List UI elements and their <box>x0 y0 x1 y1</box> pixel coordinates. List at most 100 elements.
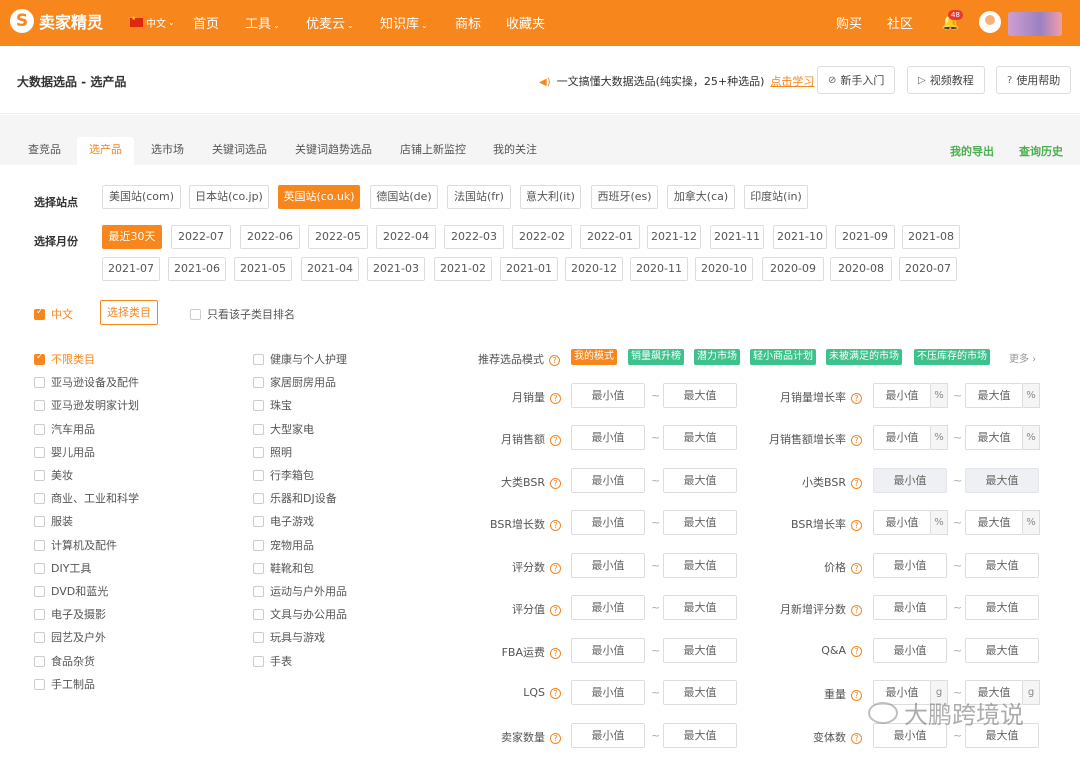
help-icon[interactable]: ? <box>550 393 561 404</box>
help-icon[interactable]: ? <box>851 478 862 489</box>
category-checkbox[interactable]: 宠物用品 <box>253 537 314 553</box>
category-checkbox[interactable]: 婴儿用品 <box>34 444 95 460</box>
nav-knowledge[interactable]: 知识库 ⌄ <box>380 13 428 32</box>
tab-store-monitor[interactable]: 店铺上新监控 <box>388 137 478 165</box>
month-option[interactable]: 2020-07 <box>899 257 957 281</box>
category-checkbox[interactable]: 美妆 <box>34 467 73 483</box>
month-option[interactable]: 2021-08 <box>902 225 960 249</box>
tab-competitor[interactable]: 查竞品 <box>16 137 73 165</box>
month-option[interactable]: 2021-12 <box>647 225 701 249</box>
month-option[interactable]: 2022-02 <box>512 225 572 249</box>
category-checkbox[interactable]: 亚马逊设备及配件 <box>34 374 139 390</box>
help-icon[interactable]: ? <box>851 646 862 657</box>
help-button[interactable]: ? 使用帮助 <box>996 66 1072 94</box>
nav-community[interactable]: 社区 <box>887 13 913 32</box>
help-icon[interactable]: ? <box>851 393 862 404</box>
max-value-input[interactable]: 最大值 <box>663 680 737 705</box>
category-checkbox[interactable]: 计算机及配件 <box>34 537 117 553</box>
site-option[interactable]: 印度站(in) <box>744 185 808 209</box>
month-option[interactable]: 2021-02 <box>434 257 492 281</box>
nav-trademark[interactable]: 商标 <box>455 13 481 32</box>
category-checkbox[interactable]: 亚马逊发明家计划 <box>34 397 139 413</box>
min-value-input[interactable]: 最小值 <box>571 595 645 620</box>
help-icon[interactable]: ? <box>550 733 561 744</box>
mode-tag-my[interactable]: 我的模式 <box>571 349 617 365</box>
mode-tag[interactable]: 轻小商品计划 <box>750 349 816 365</box>
category-checkbox[interactable]: 玩具与游戏 <box>253 629 325 645</box>
category-checkbox[interactable]: 运动与户外用品 <box>253 583 347 599</box>
tab-keyword[interactable]: 关键词选品 <box>200 137 279 165</box>
help-icon[interactable]: ? <box>550 478 561 489</box>
help-icon[interactable]: ? <box>550 605 561 616</box>
site-option-selected[interactable]: 英国站(co.uk) <box>278 185 360 209</box>
month-option[interactable]: 2020-11 <box>630 257 688 281</box>
max-value-input[interactable]: 最大值 <box>965 595 1039 620</box>
help-icon[interactable]: ? <box>851 435 862 446</box>
max-value-input[interactable]: 最大值 <box>663 425 737 450</box>
min-value-input[interactable]: 最小值 <box>571 553 645 578</box>
tab-market[interactable]: 选市场 <box>139 137 196 165</box>
category-checkbox[interactable]: 服装 <box>34 513 73 529</box>
month-option[interactable]: 2022-05 <box>308 225 368 249</box>
category-checkbox[interactable]: 乐器和DJ设备 <box>253 490 337 506</box>
help-icon[interactable]: ? <box>550 435 561 446</box>
help-icon[interactable]: ? <box>550 688 561 699</box>
more-modes-link[interactable]: 更多 › <box>1009 350 1036 365</box>
max-value-input[interactable]: 最大值 <box>663 553 737 578</box>
tab-my-follow[interactable]: 我的关注 <box>481 137 549 165</box>
month-option[interactable]: 2021-10 <box>773 225 827 249</box>
min-value-input[interactable]: 最小值 <box>571 638 645 663</box>
avatar[interactable] <box>979 11 1001 33</box>
month-option[interactable]: 2022-06 <box>240 225 300 249</box>
min-value-input[interactable]: 最小值 <box>571 383 645 408</box>
category-checkbox[interactable]: 食品杂货 <box>34 653 95 669</box>
max-value-input[interactable]: 最大值 <box>965 510 1023 535</box>
category-checkbox[interactable]: 商业、工业和科学 <box>34 490 139 506</box>
min-value-input[interactable]: 最小值 <box>873 638 947 663</box>
category-checkbox[interactable]: 珠宝 <box>253 397 292 413</box>
min-value-input[interactable]: 最小值 <box>873 595 947 620</box>
help-icon[interactable]: ? <box>851 563 862 574</box>
min-value-input[interactable]: 最小值 <box>873 383 931 408</box>
month-option[interactable]: 2021-11 <box>710 225 764 249</box>
nav-home[interactable]: 首页 <box>193 13 219 32</box>
nav-favorites[interactable]: 收藏夹 <box>506 13 545 32</box>
max-value-input[interactable]: 最大值 <box>663 383 737 408</box>
month-option[interactable]: 2021-03 <box>367 257 425 281</box>
month-option[interactable]: 2022-07 <box>171 225 231 249</box>
max-value-input[interactable]: 最大值 <box>663 468 737 493</box>
category-checkbox[interactable]: 文具与办公用品 <box>253 606 347 622</box>
query-history-link[interactable]: 查询历史 <box>1019 143 1063 159</box>
category-checkbox[interactable]: 家居厨房用品 <box>253 374 336 390</box>
nav-buy[interactable]: 购买 <box>836 13 862 32</box>
tab-keyword-trend[interactable]: 关键词趋势选品 <box>283 137 384 165</box>
category-checkbox[interactable]: 照明 <box>253 444 292 460</box>
notice-link[interactable]: 点击学习 <box>770 75 814 88</box>
mode-tag[interactable]: 不压库存的市场 <box>914 349 990 365</box>
category-checkbox[interactable]: 大型家电 <box>253 421 314 437</box>
mode-tag[interactable]: 未被满足的市场 <box>826 349 902 365</box>
logo[interactable]: S 卖家精灵 <box>10 9 103 33</box>
site-option[interactable]: 德国站(de) <box>370 185 438 209</box>
category-checkbox[interactable]: 鞋靴和包 <box>253 560 314 576</box>
month-option[interactable]: 2020-08 <box>830 257 892 281</box>
help-icon[interactable]: ? <box>550 563 561 574</box>
month-option[interactable]: 2021-09 <box>835 225 895 249</box>
mode-tag[interactable]: 销量飙升榜 <box>628 349 684 365</box>
month-option[interactable]: 2021-04 <box>301 257 359 281</box>
category-checkbox[interactable]: 手工制品 <box>34 676 95 692</box>
min-value-input[interactable]: 最小值 <box>571 680 645 705</box>
help-icon[interactable]: ? <box>851 520 862 531</box>
month-option[interactable]: 2022-04 <box>376 225 436 249</box>
min-value-input[interactable]: 最小值 <box>873 553 947 578</box>
category-checkbox[interactable]: DIY工具 <box>34 560 91 576</box>
nav-youmaiyun[interactable]: 优麦云 ⌄ <box>306 13 354 32</box>
site-option[interactable]: 美国站(com) <box>102 185 181 209</box>
min-value-input[interactable]: 最小值 <box>571 425 645 450</box>
min-value-input[interactable]: 最小值 <box>571 723 645 748</box>
help-icon[interactable]: ? <box>851 690 862 701</box>
site-option[interactable]: 西班牙(es) <box>591 185 658 209</box>
max-value-input[interactable]: 最大值 <box>663 638 737 663</box>
max-value-input[interactable]: 最大值 <box>965 553 1039 578</box>
tab-product[interactable]: 选产品 <box>77 137 134 165</box>
